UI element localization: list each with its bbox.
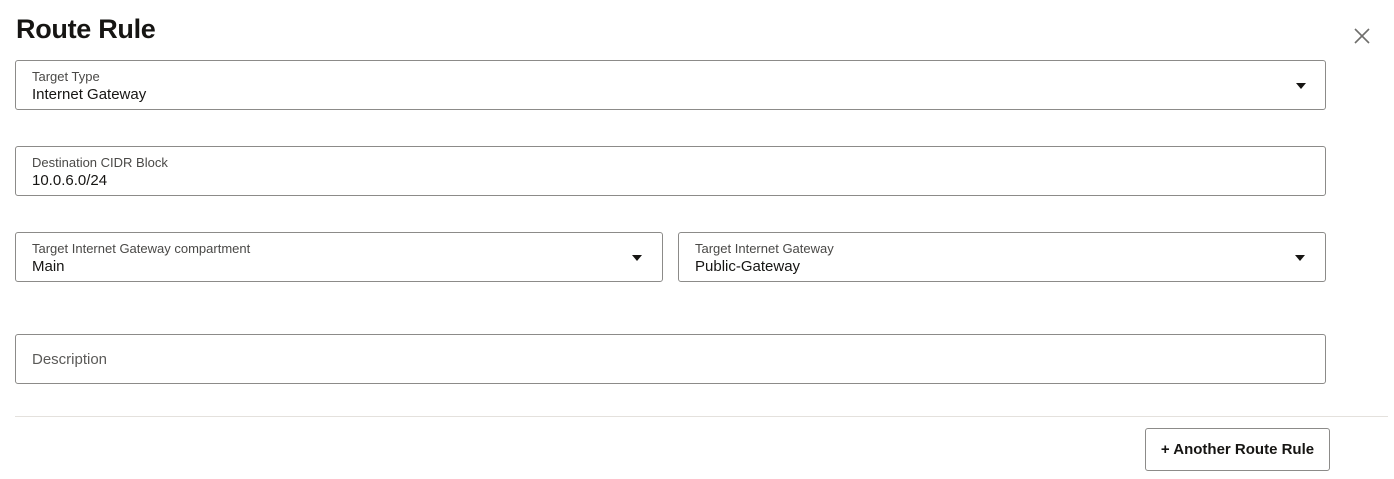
add-route-rule-button[interactable]: + Another Route Rule: [1145, 428, 1330, 471]
gateway-compartment-select[interactable]: Target Internet Gateway compartment Main: [15, 232, 663, 282]
destination-cidr-label: Destination CIDR Block: [32, 155, 168, 170]
description-placeholder: Description: [32, 351, 108, 368]
gateway-compartment-label: Target Internet Gateway compartment: [32, 241, 251, 256]
internet-gateway-select[interactable]: Target Internet Gateway Public-Gateway: [678, 232, 1326, 282]
internet-gateway-label: Target Internet Gateway: [695, 241, 834, 256]
target-type-label: Target Type: [32, 69, 100, 84]
dialog-title: Route Rule: [16, 14, 156, 44]
close-icon[interactable]: [1352, 26, 1372, 46]
target-type-select[interactable]: Target Type Internet Gateway: [15, 60, 1326, 110]
footer-divider: [15, 416, 1388, 417]
caret-down-icon: [1295, 255, 1305, 261]
internet-gateway-value: Public-Gateway: [695, 258, 801, 275]
caret-down-icon: [632, 255, 642, 261]
gateway-compartment-value: Main: [32, 258, 65, 275]
caret-down-icon: [1296, 83, 1306, 89]
target-type-value: Internet Gateway: [32, 86, 147, 103]
destination-cidr-value: 10.0.6.0/24: [32, 172, 108, 189]
destination-cidr-field[interactable]: Destination CIDR Block 10.0.6.0/24: [15, 146, 1326, 196]
description-field[interactable]: Description: [15, 334, 1326, 384]
